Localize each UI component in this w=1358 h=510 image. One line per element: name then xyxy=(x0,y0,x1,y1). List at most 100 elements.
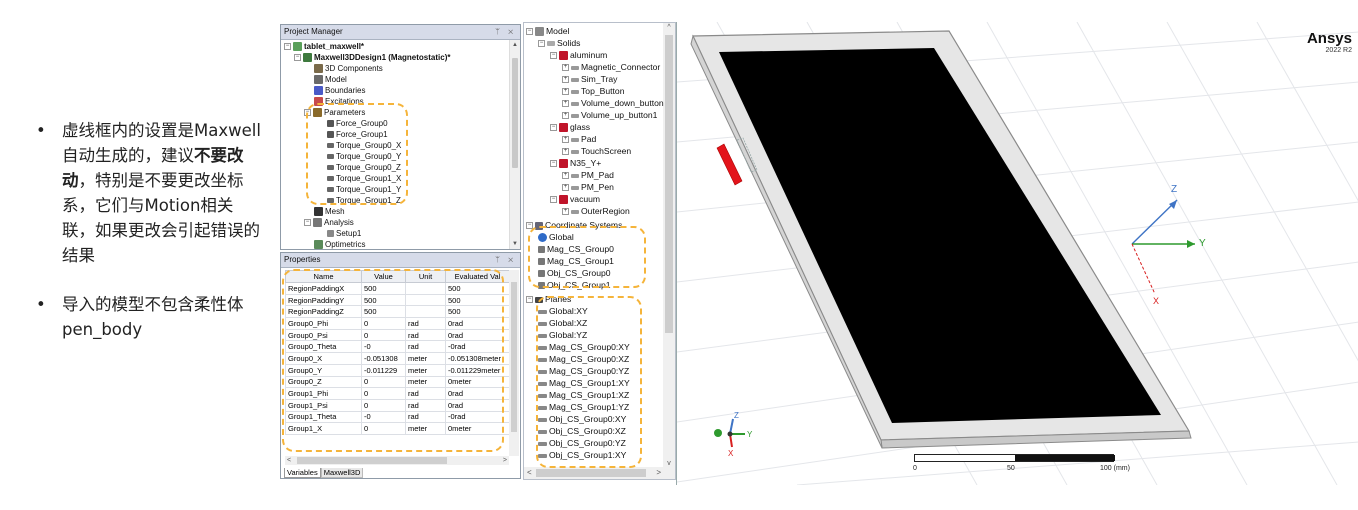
tree-item-model[interactable]: Model xyxy=(314,74,347,85)
param-item[interactable]: Torque_Group1_Y xyxy=(327,184,401,195)
tree-item-solid[interactable]: + Sim_Tray xyxy=(562,74,617,85)
collapse-icon[interactable]: − xyxy=(526,296,533,304)
param-item[interactable]: Force_Group0 xyxy=(327,118,388,129)
table-row[interactable]: Group1_Psi 0 rad 0rad xyxy=(285,398,510,412)
tree-item-plane[interactable]: Mag_CS_Group0:YZ xyxy=(538,366,629,377)
tree-item-cs[interactable]: Obj_CS_Group1 xyxy=(538,280,611,291)
col-header-name[interactable]: Name xyxy=(285,270,362,283)
tree-item-plane[interactable]: Obj_CS_Group1:XY xyxy=(538,450,626,461)
panel-pin-close-buttons[interactable]: ᛘ ✕ xyxy=(495,25,516,39)
tree-item-solids[interactable]: − Solids xyxy=(538,38,580,49)
tree-item-3d-components[interactable]: 3D Components xyxy=(314,63,383,74)
param-item[interactable]: Torque_Group0_Z xyxy=(327,162,401,173)
collapse-icon[interactable]: − xyxy=(550,196,557,204)
scroll-thumb[interactable] xyxy=(297,457,447,464)
table-row[interactable]: RegionPaddingY 500 500 xyxy=(285,293,510,307)
expand-icon[interactable]: + xyxy=(562,100,569,108)
scroll-thumb[interactable] xyxy=(512,58,518,168)
collapse-icon[interactable]: − xyxy=(526,28,533,36)
scroll-down-arrow-icon[interactable]: ▼ xyxy=(510,239,520,249)
tree-item-plane[interactable]: Global:XY xyxy=(538,306,588,317)
col-header-evaluated[interactable]: Evaluated Val xyxy=(445,270,510,283)
table-row[interactable]: RegionPaddingZ 500 500 xyxy=(285,305,510,319)
tree-item-cs[interactable]: Mag_CS_Group1 xyxy=(538,256,614,267)
col-header-value[interactable]: Value xyxy=(361,270,406,283)
table-row[interactable]: RegionPaddingX 500 500 xyxy=(285,282,510,295)
tree-item-parameters[interactable]: − Parameters xyxy=(304,107,365,118)
orientation-triad[interactable]: Z Y X xyxy=(714,411,753,458)
param-item[interactable]: Torque_Group0_Y xyxy=(327,151,401,162)
tree-item-solid[interactable]: + Volume_down_button xyxy=(562,98,664,109)
collapse-icon[interactable]: − xyxy=(550,160,557,168)
tree-item-plane[interactable]: Global:XZ xyxy=(538,318,587,329)
tree-item-plane[interactable]: Obj_CS_Group0:XY xyxy=(538,414,626,425)
expand-icon[interactable]: + xyxy=(562,88,569,96)
tree-item-solid[interactable]: + Magnetic_Connector xyxy=(562,62,660,73)
scroll-up-arrow-icon[interactable]: ^ xyxy=(663,23,675,33)
scroll-right-arrow-icon[interactable]: > xyxy=(656,467,661,479)
tree-item-vacuum[interactable]: − vacuum xyxy=(550,194,600,205)
scroll-thumb[interactable] xyxy=(536,469,646,477)
tree-item-solid[interactable]: + PM_Pen xyxy=(562,182,614,193)
tab-maxwell3d[interactable]: Maxwell3D xyxy=(320,468,364,478)
collapse-icon[interactable]: − xyxy=(304,219,311,227)
scroll-up-arrow-icon[interactable]: ▲ xyxy=(510,40,520,50)
table-row[interactable]: Group0_X -0.051308 meter -0.051308meter xyxy=(285,352,510,365)
scroll-thumb[interactable] xyxy=(665,35,673,333)
3d-viewport[interactable]: Z Y X Z Y X Ansys 2022 R2 0 50 100 (mm) xyxy=(676,22,1358,485)
param-item[interactable]: Torque_Group1_X xyxy=(327,173,401,184)
tree-item-glass[interactable]: − glass xyxy=(550,122,590,133)
collapse-icon[interactable]: − xyxy=(284,43,291,51)
collapse-icon[interactable]: − xyxy=(550,124,557,132)
tree-item-plane[interactable]: Mag_CS_Group1:XY xyxy=(538,378,630,389)
expand-icon[interactable]: + xyxy=(562,184,569,192)
table-row[interactable]: Group0_Phi 0 rad 0rad xyxy=(285,317,510,330)
tree-item-boundaries[interactable]: Boundaries xyxy=(314,85,365,96)
tree-item-solid[interactable]: + Pad xyxy=(562,134,596,145)
tree-item-planes[interactable]: − Planes xyxy=(526,294,571,305)
collapse-icon[interactable]: − xyxy=(538,40,545,48)
tree-item-analysis[interactable]: − Analysis xyxy=(304,217,354,228)
expand-icon[interactable]: + xyxy=(562,136,569,144)
properties-vscroll[interactable] xyxy=(509,270,519,456)
tree-item-cs[interactable]: Obj_CS_Group0 xyxy=(538,268,611,279)
tree-item-solid[interactable]: + OuterRegion xyxy=(562,206,630,217)
pen-magnet[interactable] xyxy=(716,143,743,186)
table-row[interactable]: Group0_Theta -0 rad -0rad xyxy=(285,340,510,354)
table-row[interactable]: Group1_X 0 meter 0meter xyxy=(285,422,510,435)
tree-item-n35[interactable]: − N35_Y+ xyxy=(550,158,601,169)
tree-item-coordinate-systems[interactable]: − Coordinate Systems xyxy=(526,220,622,231)
tree-item-solid[interactable]: + PM_Pad xyxy=(562,170,614,181)
tab-variables[interactable]: Variables xyxy=(284,468,321,478)
properties-hscroll[interactable]: < > xyxy=(285,456,509,465)
tree-item-aluminum[interactable]: − aluminum xyxy=(550,50,607,61)
tree-item-design[interactable]: − Maxwell3DDesign1 (Magnetostatic)* xyxy=(294,52,450,63)
table-row[interactable]: Group0_Z 0 meter 0meter xyxy=(285,375,510,389)
viewport-scene[interactable]: Z Y X Z Y X xyxy=(677,22,1358,485)
tree-item-solid[interactable]: + TouchScreen xyxy=(562,146,631,157)
expand-icon[interactable]: + xyxy=(562,208,569,216)
param-item[interactable]: Force_Group1 xyxy=(327,129,388,140)
panel-pin-close-buttons[interactable]: ᛘ ✕ xyxy=(495,253,516,267)
table-row[interactable]: Group0_Psi 0 rad 0rad xyxy=(285,328,510,342)
project-manager-scrollbar[interactable]: ▲ ▼ xyxy=(509,40,520,249)
table-row[interactable]: Group1_Theta -0 rad -0rad xyxy=(285,410,510,424)
collapse-icon[interactable]: − xyxy=(304,109,311,117)
param-item[interactable]: Torque_Group1_Z xyxy=(327,195,401,206)
tree-item-plane[interactable]: Obj_CS_Group0:YZ xyxy=(538,438,626,449)
expand-icon[interactable]: + xyxy=(562,112,569,120)
tree-item-plane[interactable]: Mag_CS_Group0:XZ xyxy=(538,354,629,365)
tree-item-mesh[interactable]: Mesh xyxy=(314,206,345,217)
scroll-thumb[interactable] xyxy=(511,282,517,432)
expand-icon[interactable]: + xyxy=(562,148,569,156)
expand-icon[interactable]: + xyxy=(562,172,569,180)
scroll-right-arrow-icon[interactable]: > xyxy=(503,456,507,465)
tree-item-setup[interactable]: Setup1 xyxy=(327,228,361,239)
tree-item-solid[interactable]: + Top_Button xyxy=(562,86,624,97)
tree-item-solid[interactable]: + Volume_up_button1 xyxy=(562,110,657,121)
table-row[interactable]: Group1_Phi 0 rad 0rad xyxy=(285,387,510,400)
col-header-unit[interactable]: Unit xyxy=(405,270,446,283)
tree-item-cs[interactable]: Mag_CS_Group0 xyxy=(538,244,614,255)
expand-icon[interactable]: + xyxy=(562,64,569,72)
collapse-icon[interactable]: − xyxy=(550,52,557,60)
